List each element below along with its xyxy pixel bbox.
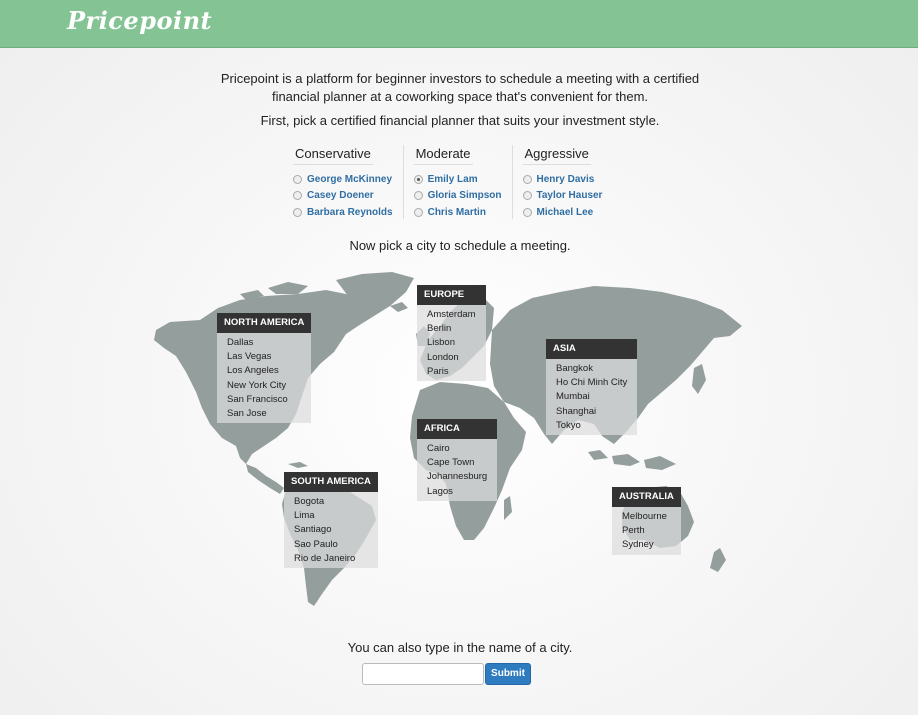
city-list: Melbourne Perth Sydney [612,507,681,555]
column-title: Moderate [413,146,473,165]
city-list: Cairo Cape Town Johannesburg Lagos [417,439,498,501]
planner-name[interactable]: Barbara Reynolds [307,207,393,218]
city-link[interactable]: Tokyo [556,419,627,433]
city-list: Amsterdam Berlin Lisbon London Paris [417,305,486,382]
radio-icon[interactable] [293,207,302,217]
planner-option[interactable]: Michael Lee [522,204,603,221]
city-link[interactable]: San Francisco [227,393,301,407]
city-link[interactable]: Santiago [294,523,368,537]
city-link[interactable]: Melbourne [622,510,671,524]
planner-name[interactable]: Michael Lee [537,207,594,218]
city-link[interactable]: Mumbai [556,390,627,404]
city-link[interactable]: New York City [227,379,301,393]
radio-icon[interactable] [413,207,423,217]
city-link[interactable]: Sydney [622,538,671,552]
column-title: Aggressive [522,146,591,165]
city-link[interactable]: Ho Chi Minh City [556,376,627,390]
city-link[interactable]: Johannesburg [427,470,487,484]
planner-option[interactable]: Chris Martin [413,204,502,221]
region-asia: ASIA Bangkok Ho Chi Minh City Mumbai Sha… [546,339,638,436]
planner-name[interactable]: Henry Davis [537,174,595,185]
planner-option[interactable]: Gloria Simpson [413,188,502,205]
city-search-input[interactable] [362,663,484,685]
city-link[interactable]: Rio de Janeiro [294,552,368,566]
radio-icon[interactable] [293,174,302,184]
region-header: EUROPE [417,285,486,305]
planner-column-aggressive: Aggressive Henry Davis Taylor Hauser Mic… [511,145,613,221]
city-list: Dallas Las Vegas Los Angeles New York Ci… [217,333,312,424]
planner-name[interactable]: Gloria Simpson [428,190,502,201]
city-link[interactable]: London [427,351,476,365]
region-header: AFRICA [417,419,498,439]
city-link[interactable]: Bogota [294,495,368,509]
planner-option[interactable]: George McKinney [293,171,393,188]
region-north-america: NORTH AMERICA Dallas Las Vegas Los Angel… [217,313,312,424]
column-title: Conservative [293,146,373,165]
city-link[interactable]: Sao Paulo [294,538,368,552]
planner-name[interactable]: Taylor Hauser [537,190,603,201]
city-link[interactable]: Lisbon [427,336,476,350]
radio-icon[interactable] [413,191,423,201]
city-link[interactable]: Cairo [427,442,487,456]
city-link[interactable]: Dallas [227,336,301,350]
planner-name[interactable]: Chris Martin [428,207,486,218]
step2-instruction: Now pick a city to schedule a meeting. [349,238,571,253]
top-bar: Pricepoint [0,0,918,48]
radio-icon[interactable] [522,207,532,217]
planner-option[interactable]: Emily Lam [413,171,502,188]
central-america [246,464,284,494]
city-link[interactable]: Amsterdam [427,308,476,322]
city-link[interactable]: Las Vegas [227,350,301,364]
step3-instruction: You can also type in the name of a city. [347,640,573,655]
planner-name[interactable]: Casey Doener [307,190,374,201]
region-header: ASIA [546,339,638,359]
southeast-asia-islands [588,450,676,470]
intro-line-1: Pricepoint is a platform for beginner in… [220,71,700,86]
city-link[interactable]: Los Angeles [227,364,301,378]
region-header: NORTH AMERICA [217,313,312,333]
madagascar [504,496,512,520]
radio-icon[interactable] [293,191,302,201]
planner-option[interactable]: Barbara Reynolds [293,204,393,221]
city-list: Bogota Lima Santiago Sao Paulo Rio de Ja… [284,492,378,569]
city-link[interactable]: Paris [427,365,476,379]
city-list: Bangkok Ho Chi Minh City Mumbai Shanghai… [546,359,638,436]
planner-name[interactable]: Emily Lam [428,174,478,185]
city-link[interactable]: Perth [622,524,671,538]
planner-option[interactable]: Casey Doener [293,188,393,205]
radio-icon[interactable] [522,174,532,184]
planner-column-moderate: Moderate Emily Lam Gloria Simpson Chris … [402,145,512,221]
submit-button[interactable]: Submit [485,663,531,685]
city-link[interactable]: Cape Town [427,456,487,470]
step1-instruction: First, pick a certified financial planne… [260,113,660,128]
city-link[interactable]: San Jose [227,407,301,421]
planner-option[interactable]: Taylor Hauser [522,188,603,205]
planner-name[interactable]: George McKinney [307,174,392,185]
city-link[interactable]: Lagos [427,485,487,499]
radio-checked-icon[interactable] [413,174,423,184]
planner-column-conservative: Conservative George McKinney Casey Doene… [283,145,403,219]
logo[interactable]: Pricepoint [67,6,212,35]
region-europe: EUROPE Amsterdam Berlin Lisbon London Pa… [417,285,486,382]
intro-text: Pricepoint is a platform for beginner in… [190,70,730,106]
region-australia: AUSTRALIA Melbourne Perth Sydney [612,487,681,555]
city-link[interactable]: Bangkok [556,362,627,376]
caribbean [288,462,308,468]
radio-icon[interactable] [522,191,532,201]
region-header: AUSTRALIA [612,487,681,507]
region-africa: AFRICA Cairo Cape Town Johannesburg Lago… [417,419,498,501]
city-link[interactable]: Shanghai [556,405,627,419]
new-zealand [710,548,726,572]
planner-picker: Conservative George McKinney Casey Doene… [283,145,612,219]
intro-line-2: financial planner at a coworking space t… [271,89,649,104]
city-link[interactable]: Berlin [427,322,476,336]
planner-option[interactable]: Henry Davis [522,171,603,188]
region-header: SOUTH AMERICA [284,472,378,492]
japan [692,364,706,394]
region-south-america: SOUTH AMERICA Bogota Lima Santiago Sao P… [284,472,378,569]
city-link[interactable]: Lima [294,509,368,523]
